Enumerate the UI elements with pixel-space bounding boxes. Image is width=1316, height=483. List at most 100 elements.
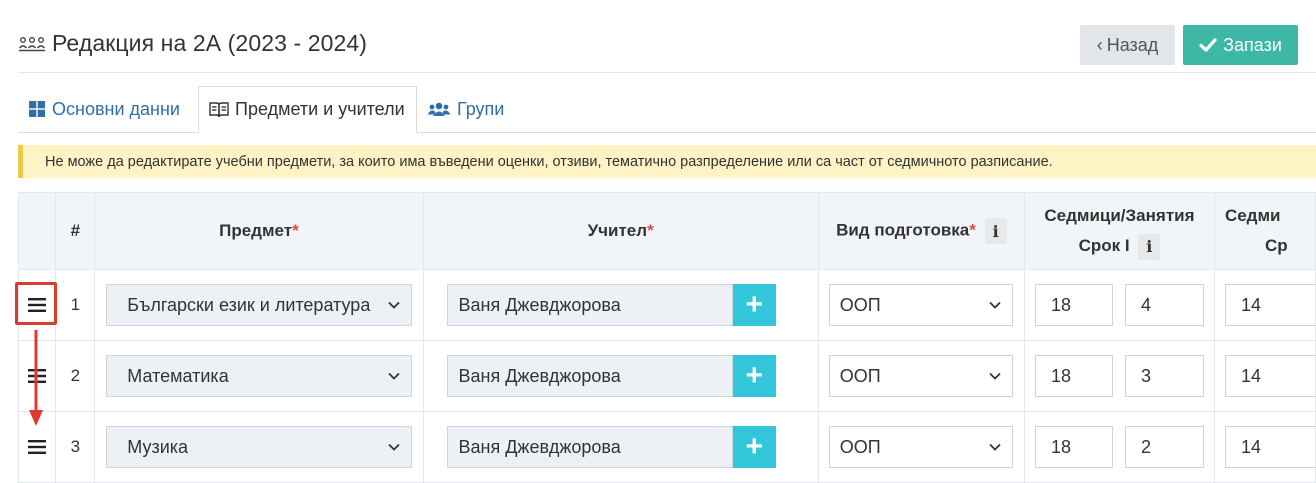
check-icon [1199,38,1217,52]
row-number: 2 [55,340,96,412]
tab-basic-data[interactable]: Основни данни [18,86,198,132]
tab-bar: Основни данни Предмети и учители Групи [18,86,1316,133]
table-row: 3 Музика Ваня Джевджорова + ООП 18 2 14 [17,411,1316,483]
term2-column-header: Седми Ср [1213,192,1316,270]
page-title: Редакция на 2А (2023 - 2024) [52,29,368,56]
preparation-select-value: ООП [839,294,881,315]
header-divider [18,72,1316,73]
weeks-input[interactable]: 18 [1034,426,1113,468]
back-button-label: Назад [1106,34,1159,55]
tab-subjects-teachers[interactable]: Предмети и учители [198,86,417,133]
subjects-table: # Предмет* Учител* Вид подготовка* i Сед… [17,192,1316,483]
preparation-cell: ООП [817,340,1025,412]
weeks-input[interactable]: 14 [1224,355,1315,397]
plus-icon: + [745,359,764,392]
tab-label: Предмети и учители [235,99,405,119]
drag-handle[interactable] [19,341,55,411]
add-teacher-button[interactable]: + [732,284,776,326]
subject-select-value: Музика [127,436,189,457]
save-button[interactable]: Запази [1183,25,1298,65]
page-header: Редакция на 2А (2023 - 2024) [18,26,367,60]
preparation-cell: ООП [817,269,1025,341]
drag-handle-icon [28,369,47,383]
back-button[interactable]: ‹ Назад [1080,25,1175,65]
weeks-input[interactable]: 18 [1034,284,1113,326]
teacher-cell: Ваня Джевджорова + [422,269,819,341]
alert-text: Не може да редактирате учебни предмети, … [45,153,1053,170]
subject-cell: Музика [94,411,424,483]
chevron-down-icon [989,372,1001,380]
drag-cell [17,340,57,412]
preparation-cell: ООП [817,411,1025,483]
plus-icon: + [745,288,764,321]
term1-cell: 18 3 [1023,340,1215,412]
add-teacher-button[interactable]: + [732,426,776,468]
preparation-select[interactable]: ООП [828,284,1013,326]
preparation-select-value: ООП [839,365,881,386]
teacher-cell: Ваня Джевджорова + [422,340,819,412]
term1-cell: 18 2 [1023,411,1215,483]
tab-groups[interactable]: Групи [417,86,517,132]
subject-select[interactable]: Български език и литература [106,284,412,326]
hours-input[interactable]: 3 [1124,355,1204,397]
drag-column-header [17,192,57,270]
classroom-icon [18,36,46,52]
table-row: 1 Български език и литература Ваня Джевд… [17,269,1316,341]
term2-cell: 14 [1213,269,1316,341]
chevron-left-icon: ‹ [1096,34,1103,55]
drag-handle[interactable] [19,412,55,482]
chevron-down-icon [989,443,1001,451]
weeks-input[interactable]: 18 [1034,355,1113,397]
subject-select-value: Математика [127,365,229,386]
plus-icon: + [745,430,764,463]
preparation-select[interactable]: ООП [828,355,1013,397]
drag-handle[interactable] [19,270,55,340]
drag-cell [17,269,57,341]
book-icon [209,101,229,117]
teacher-input[interactable]: Ваня Джевджорова [446,284,733,326]
hours-input[interactable]: 2 [1124,426,1204,468]
chevron-down-icon [387,443,400,451]
subject-select-value: Български език и литература [127,294,371,315]
term1-cell: 18 4 [1023,269,1215,341]
term2-cell: 14 [1213,340,1316,412]
subject-select[interactable]: Музика [106,426,412,468]
save-button-label: Запази [1223,34,1282,55]
info-icon[interactable]: i [1138,233,1161,260]
subject-column-header: Предмет* [94,192,424,270]
subject-cell: Български език и литература [94,269,424,341]
term1-column-header: Седмици/Занятия Срок I i [1023,192,1215,270]
warning-alert: Не може да редактирате учебни предмети, … [18,145,1316,178]
weeks-input[interactable]: 14 [1224,426,1315,468]
subject-select[interactable]: Математика [106,355,412,397]
teacher-column-header: Учител* [422,192,819,270]
number-column-header: # [55,192,96,270]
chevron-down-icon [387,301,400,309]
chevron-down-icon [989,301,1001,309]
drag-cell [17,411,57,483]
row-number: 3 [55,411,96,483]
preparation-select-value: ООП [839,436,881,457]
preparation-column-header: Вид подготовка* i [817,192,1025,270]
drag-handle-icon [28,298,47,312]
teacher-input[interactable]: Ваня Джевджорова [446,355,733,397]
teacher-cell: Ваня Джевджорова + [422,411,819,483]
teacher-field: Ваня Джевджорова + [446,284,776,326]
weeks-input[interactable]: 14 [1224,284,1315,326]
term2-cell: 14 [1213,411,1316,483]
row-number: 1 [55,269,96,341]
grid-icon [29,101,45,117]
preparation-select[interactable]: ООП [828,426,1013,468]
teacher-input[interactable]: Ваня Джевджорова [446,426,733,468]
subject-cell: Математика [94,340,424,412]
add-teacher-button[interactable]: + [732,355,776,397]
users-icon [427,102,451,116]
chevron-down-icon [387,372,400,380]
hours-input[interactable]: 4 [1124,284,1204,326]
info-icon[interactable]: i [984,218,1007,244]
table-row: 2 Математика Ваня Джевджорова + ООП 18 3… [17,340,1316,412]
tab-label: Групи [457,98,505,119]
tab-label: Основни данни [52,98,180,119]
drag-handle-icon [28,440,47,454]
teacher-field: Ваня Джевджорова + [446,355,776,397]
